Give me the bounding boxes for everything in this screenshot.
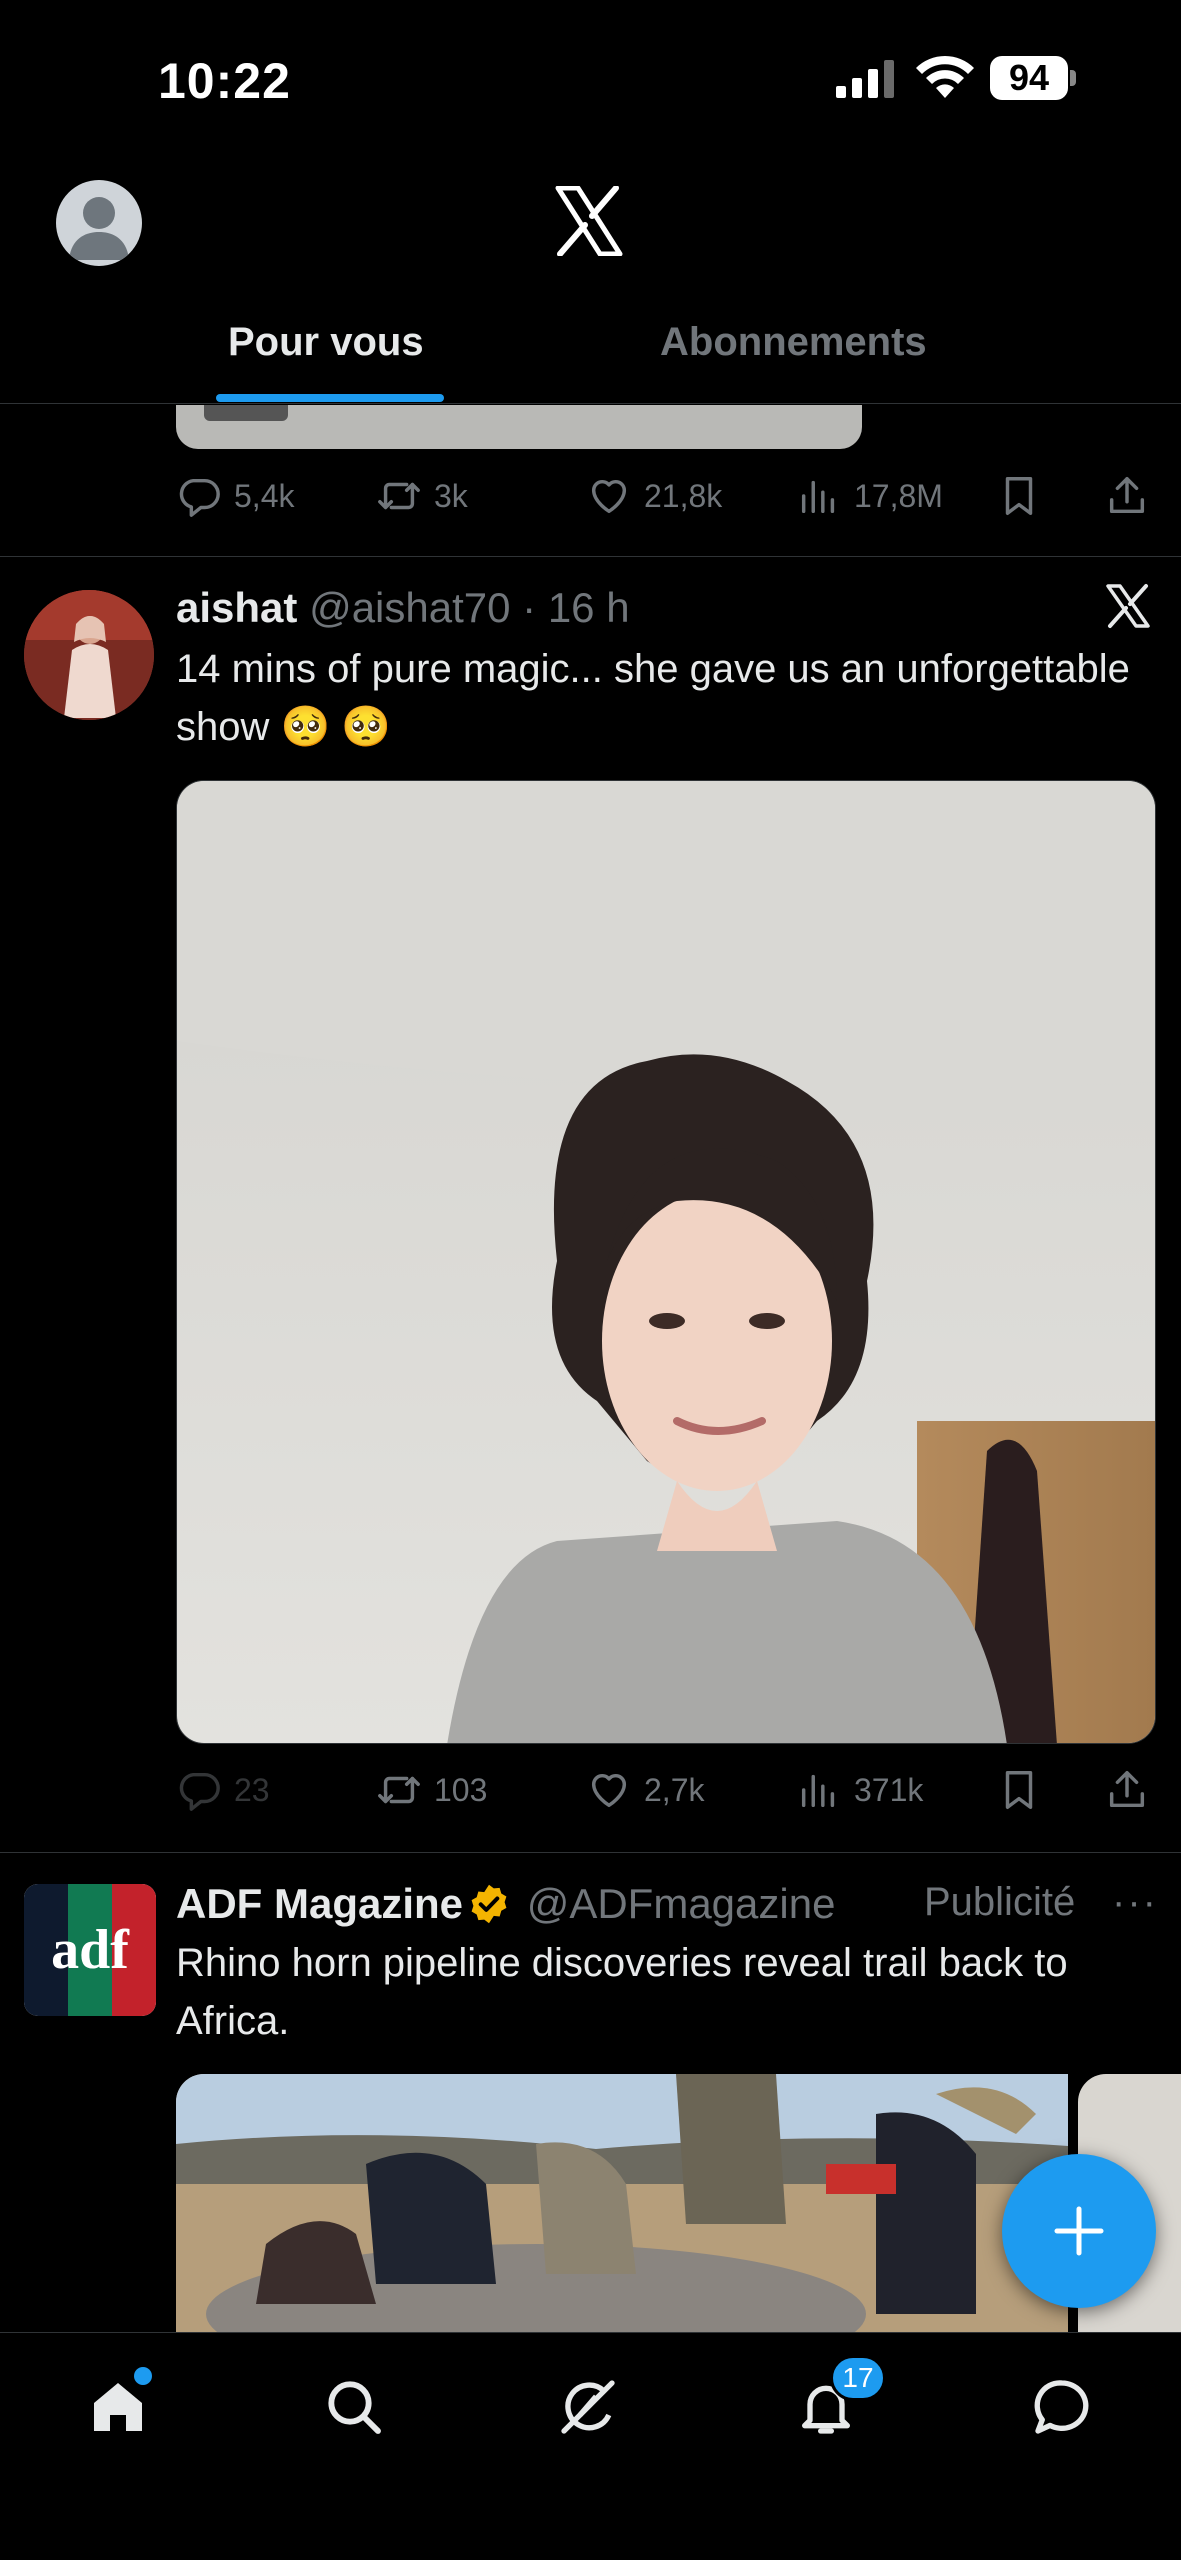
reply-button[interactable]: 23 — [176, 1760, 270, 1820]
share-icon — [1109, 1771, 1145, 1808]
nav-home[interactable] — [78, 2367, 158, 2447]
reply-count: 23 — [234, 1771, 270, 1808]
heart-icon — [591, 479, 627, 514]
svg-text:adf: adf — [51, 1919, 130, 1981]
adf-tweet-header: ADF Magazine @ADFmagazine — [176, 1880, 835, 1928]
previous-tweet-actions: 5,4k 3k 21,8k 17,8M — [176, 466, 1176, 526]
reply-button[interactable]: 5,4k — [176, 466, 294, 526]
active-tab-indicator — [216, 394, 444, 402]
battery-tip — [1070, 70, 1076, 86]
views-count: 17,8M — [854, 477, 943, 514]
new-posts-dot — [134, 2367, 152, 2385]
nav-search[interactable] — [314, 2367, 394, 2447]
status-time: 10:22 — [158, 53, 291, 109]
video-duration-badge — [204, 405, 288, 421]
like-button[interactable]: 21,8k — [586, 466, 722, 526]
tweet-divider — [0, 556, 1181, 557]
reply-icon — [179, 478, 220, 517]
grok-x-icon[interactable] — [1104, 582, 1152, 630]
plus-icon — [1054, 2206, 1104, 2256]
tab-abonnements[interactable]: Abonnements — [660, 320, 927, 365]
grok-icon — [561, 2380, 615, 2434]
bookmark-button[interactable] — [996, 466, 1054, 526]
timeline-tabs: Pour vous Abonnements — [0, 300, 1181, 404]
author-name[interactable]: ADF Magazine — [176, 1880, 463, 1927]
reply-count: 5,4k — [234, 477, 295, 514]
tweet-text: 14 mins of pure magic... she gave us an … — [176, 647, 1130, 749]
tweet-time: · 16 h — [522, 584, 630, 631]
heart-icon — [591, 1773, 627, 1808]
repost-count: 3k — [434, 477, 468, 514]
bottom-navigation: 17 — [0, 2332, 1181, 2560]
status-bar: 10:22 94 — [0, 0, 1181, 160]
tweet-text: Rhino horn pipeline discoveries reveal t… — [176, 1941, 1068, 2043]
nav-notifications[interactable]: 17 — [786, 2355, 886, 2447]
share-icon — [1109, 477, 1145, 514]
views-button[interactable]: 17,8M — [796, 466, 943, 526]
wifi-icon — [916, 55, 974, 98]
repost-button[interactable]: 3k — [376, 466, 468, 526]
bookmark-icon — [1005, 1771, 1033, 1809]
profile-avatar-button[interactable] — [56, 180, 142, 266]
author-handle[interactable]: @aishat70 — [309, 584, 510, 631]
repost-button[interactable]: 103 — [376, 1760, 487, 1820]
views-count: 371k — [854, 1771, 924, 1808]
views-button[interactable]: 371k — [796, 1760, 923, 1820]
verified-badge-icon — [471, 1884, 507, 1924]
compose-tweet-button[interactable] — [1002, 2154, 1156, 2308]
views-chart-icon — [801, 480, 835, 514]
views-chart-icon — [801, 1774, 835, 1808]
nav-grok[interactable] — [548, 2367, 628, 2447]
reply-icon — [179, 1772, 220, 1811]
like-count: 21,8k — [644, 477, 723, 514]
battery-level: 94 — [990, 56, 1068, 100]
video-thumbnail — [177, 781, 1155, 1743]
ad-media-image[interactable] — [176, 2074, 1068, 2334]
like-count: 2,7k — [644, 1771, 705, 1808]
share-button[interactable] — [1104, 1760, 1162, 1820]
ad-photo — [176, 2074, 1068, 2334]
cellular-signal-icon — [836, 60, 894, 98]
bookmark-icon — [1005, 477, 1033, 515]
previous-tweet-media[interactable] — [176, 405, 862, 449]
sponsored-label: Publicité — [924, 1880, 1076, 1924]
aishat-tweet-header: aishat @aishat70 · 16 h — [176, 584, 630, 632]
default-avatar-icon — [69, 197, 129, 260]
tab-pour-vous[interactable]: Pour vous — [228, 320, 424, 365]
nav-messages[interactable] — [1022, 2367, 1102, 2447]
notifications-badge: 17 — [830, 2355, 886, 2401]
battery-indicator: 94 — [990, 56, 1076, 100]
tweet-divider — [0, 1852, 1181, 1853]
like-button[interactable]: 2,7k — [586, 1760, 704, 1820]
adf-logo: adf — [24, 1884, 156, 2016]
repost-count: 103 — [434, 1771, 488, 1808]
more-options-button[interactable]: ··· — [1112, 1880, 1158, 1925]
bookmark-button[interactable] — [996, 1760, 1054, 1820]
adf-magazine-avatar[interactable]: adf — [24, 1884, 156, 2016]
repost-icon — [378, 1776, 420, 1804]
tweet-video-media[interactable] — [176, 780, 1156, 1744]
x-logo-icon[interactable] — [554, 186, 624, 256]
search-icon — [328, 2381, 381, 2434]
share-button[interactable] — [1104, 466, 1162, 526]
aishat-avatar[interactable] — [24, 590, 154, 720]
messages-icon — [1034, 2380, 1089, 2434]
avatar-photo — [24, 590, 154, 720]
aishat-tweet-actions: 23 103 2,7k 371k — [176, 1760, 1176, 1820]
author-name[interactable]: aishat — [176, 584, 297, 631]
repost-icon — [378, 482, 420, 510]
author-handle[interactable]: @ADFmagazine — [527, 1880, 836, 1927]
